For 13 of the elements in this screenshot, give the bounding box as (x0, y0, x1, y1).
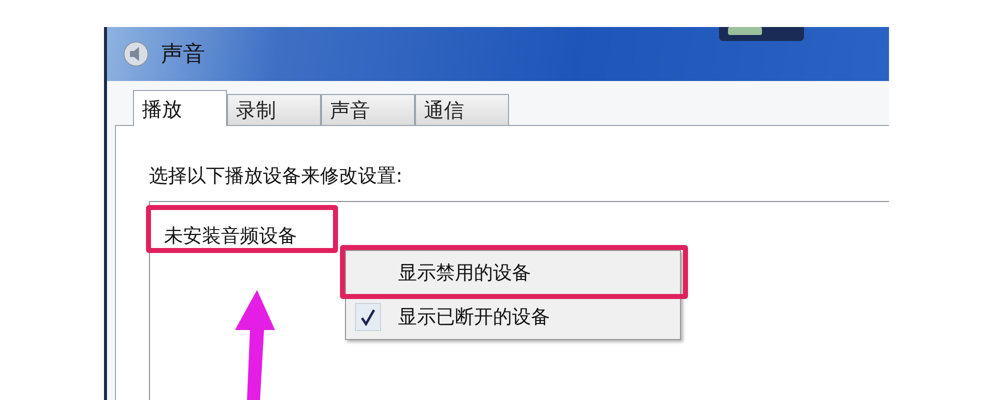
tab[interactable]: 录制 (227, 94, 321, 125)
menu-item-label: 显示已断开的设备 (398, 304, 550, 330)
check-icon (355, 303, 381, 331)
speaker-icon (123, 41, 149, 67)
menu-item[interactable]: 显示禁用的设备 (346, 255, 680, 291)
tab[interactable]: 声音 (321, 94, 415, 125)
tab[interactable]: 通信 (415, 94, 509, 125)
instruction-text: 选择以下播放设备来修改设置: (149, 164, 404, 188)
window-title: 声音 (161, 40, 205, 68)
menu-item-label: 显示禁用的设备 (398, 260, 531, 286)
tab[interactable]: 播放 (133, 90, 227, 126)
menu-item[interactable]: 显示已断开的设备 (346, 299, 680, 335)
empty-list-text: 未安装音频设备 (164, 224, 297, 249)
